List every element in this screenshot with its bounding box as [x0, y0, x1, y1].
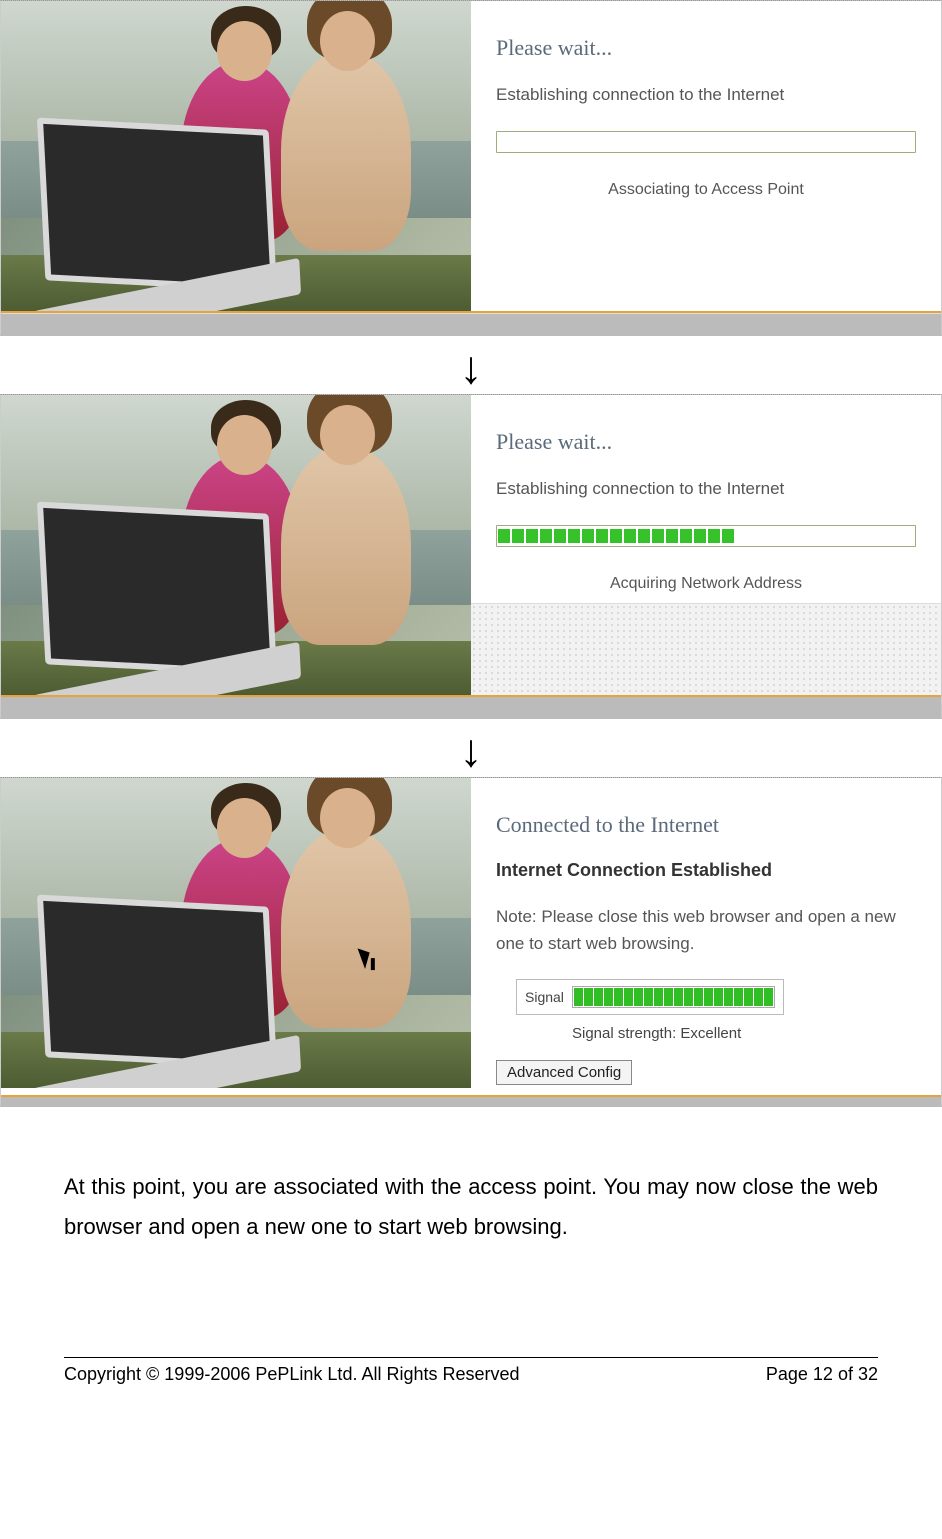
progress-bar — [496, 525, 916, 547]
setup-step-1-panel: Please wait... Establishing connection t… — [0, 0, 942, 336]
laptop-illustration — [37, 118, 277, 293]
connected-note: Note: Please close this web browser and … — [496, 903, 916, 957]
person-illustration — [281, 828, 411, 1028]
progress-bar — [496, 131, 916, 153]
progress-caption: Acquiring Network Address — [496, 575, 916, 593]
panel-row: Please wait... Establishing connection t… — [1, 395, 941, 697]
status-subtitle: Establishing connection to the Internet — [496, 479, 916, 499]
status-title: Please wait... — [496, 429, 916, 455]
connected-title: Connected to the Internet — [496, 812, 916, 838]
hatched-filler — [1, 313, 941, 314]
signal-bars — [572, 986, 775, 1008]
signal-strength-text: Signal strength: Excellent — [572, 1025, 916, 1042]
status-column: Please wait... Establishing connection t… — [471, 1, 941, 311]
status-column: Connected to the Internet Internet Conne… — [471, 778, 941, 1095]
panel-row: Please wait... Establishing connection t… — [1, 1, 941, 313]
connected-headline: Internet Connection Established — [496, 860, 916, 881]
signal-label: Signal — [525, 989, 564, 1005]
laptop-illustration — [37, 895, 277, 1070]
illustration-photo — [1, 395, 471, 695]
page-number: Page 12 of 32 — [766, 1364, 878, 1385]
hatched-filler — [471, 603, 941, 695]
setup-step-3-panel: Connected to the Internet Internet Conne… — [0, 777, 942, 1107]
status-subtitle: Establishing connection to the Internet — [496, 85, 916, 105]
illustration-photo — [1, 1, 471, 311]
illustration-photo — [1, 778, 471, 1088]
signal-box: Signal — [516, 979, 784, 1015]
setup-step-2-panel: Please wait... Establishing connection t… — [0, 394, 942, 719]
arrow-down-icon: ↓ — [0, 344, 942, 390]
instruction-paragraph: At this point, you are associated with t… — [64, 1167, 878, 1246]
arrow-down-icon: ↓ — [0, 727, 942, 773]
progress-caption: Associating to Access Point — [496, 181, 916, 199]
copyright-text: Copyright © 1999-2006 PePLink Ltd. All R… — [64, 1364, 520, 1385]
person-illustration — [281, 445, 411, 645]
person-illustration — [281, 51, 411, 251]
advanced-config-button[interactable]: Advanced Config — [496, 1060, 632, 1085]
laptop-illustration — [37, 502, 277, 677]
status-title: Please wait... — [496, 35, 916, 61]
panel-row: Connected to the Internet Internet Conne… — [1, 778, 941, 1097]
status-column: Please wait... Establishing connection t… — [471, 395, 941, 603]
page-footer: Copyright © 1999-2006 PePLink Ltd. All R… — [64, 1357, 878, 1385]
